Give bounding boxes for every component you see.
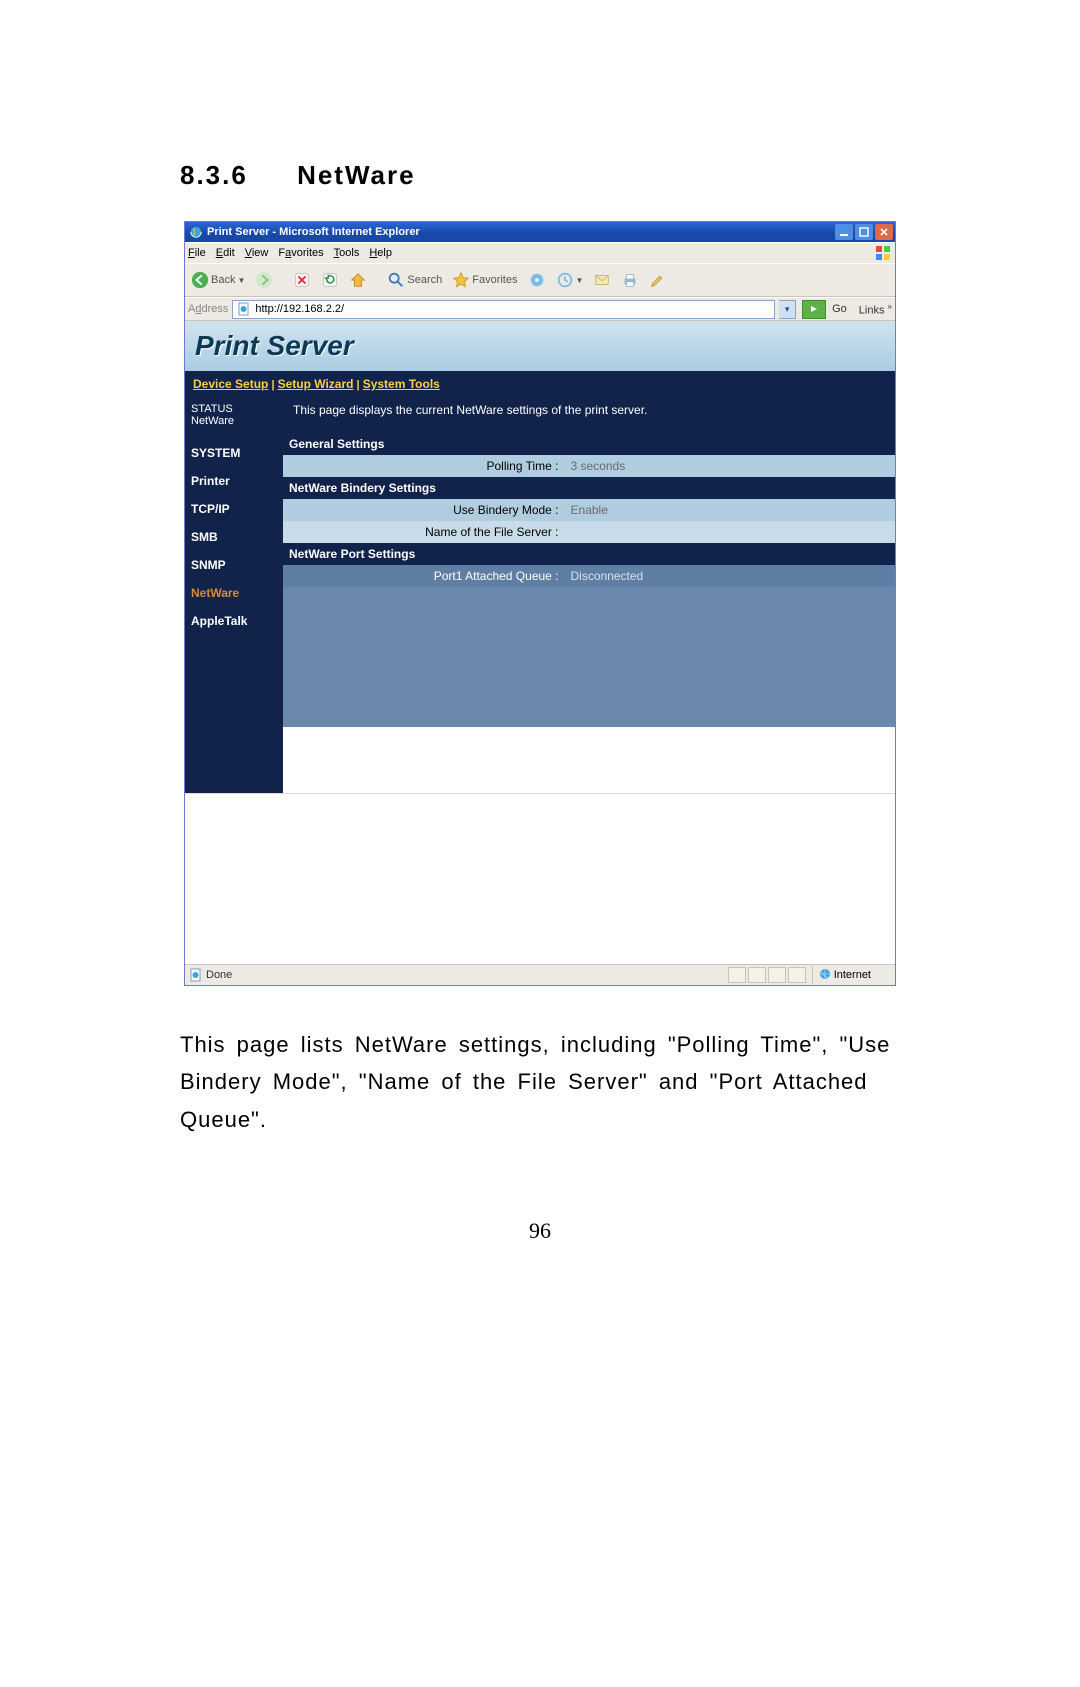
address-input[interactable]: http://192.168.2.2/ <box>232 300 775 319</box>
ie-logo-icon <box>189 225 203 239</box>
section-port-settings: NetWare Port Settings <box>283 543 895 565</box>
back-label: Back <box>211 274 235 286</box>
favorites-label: Favorites <box>472 274 517 286</box>
print-button[interactable] <box>618 269 642 291</box>
chevron-down-icon: ▼ <box>576 276 584 285</box>
chevron-down-icon: ▼ <box>237 276 245 285</box>
page-description: This page displays the current NetWare s… <box>283 397 895 433</box>
page-content: Print Server Device Setup | Setup Wizard… <box>185 321 895 964</box>
section-number: 8.3.6 <box>180 160 248 190</box>
window-maximize-button[interactable] <box>855 224 873 240</box>
sidebar-item-system[interactable]: SYSTEM <box>191 439 277 467</box>
window-title: Print Server - Microsoft Internet Explor… <box>207 226 835 238</box>
menu-bar: File Edit View Favorites Tools Help <box>185 242 895 263</box>
section-bindery-settings: NetWare Bindery Settings <box>283 477 895 499</box>
sidebar-item-snmp[interactable]: SNMP <box>191 551 277 579</box>
status-cell <box>748 967 766 983</box>
stop-button[interactable] <box>290 269 314 291</box>
links-button[interactable]: Links » <box>859 302 892 317</box>
back-button[interactable]: Back ▼ <box>188 269 248 291</box>
sidebar-status-heading: STATUS <box>191 403 277 415</box>
browser-window: Print Server - Microsoft Internet Explor… <box>184 221 896 986</box>
sidebar-item-appletalk[interactable]: AppleTalk <box>191 607 277 635</box>
sidebar-status-sub: NetWare <box>191 415 277 427</box>
value-port-queue: Disconnected <box>565 565 895 587</box>
label-file-server: Name of the File Server : <box>283 521 565 543</box>
page-icon <box>189 968 203 982</box>
sidebar-item-tcpip[interactable]: TCP/IP <box>191 495 277 523</box>
section-general-settings: General Settings <box>283 433 895 455</box>
zone-text: Internet <box>834 969 871 981</box>
label-port-queue: Port1 Attached Queue : <box>283 565 565 587</box>
favorites-button[interactable]: Favorites <box>449 269 520 291</box>
status-bar: Done Internet <box>185 964 895 985</box>
home-button[interactable] <box>346 269 370 291</box>
value-bindery-mode: Enable <box>565 499 895 521</box>
menu-file[interactable]: File <box>188 247 206 259</box>
mail-button[interactable] <box>590 269 614 291</box>
menu-edit[interactable]: Edit <box>216 247 235 259</box>
menu-view[interactable]: View <box>245 247 269 259</box>
address-dropdown-button[interactable]: ▾ <box>779 300 796 319</box>
window-close-button[interactable] <box>875 224 893 240</box>
settings-content: General Settings Polling Time : 3 second… <box>283 433 895 793</box>
caption-text: This page lists NetWare settings, includ… <box>180 1026 900 1138</box>
top-nav: Device Setup | Setup Wizard | System Too… <box>185 371 895 397</box>
label-bindery-mode: Use Bindery Mode : <box>283 499 565 521</box>
search-button[interactable]: Search <box>384 269 445 291</box>
media-button[interactable] <box>525 269 549 291</box>
history-button[interactable]: ▼ <box>553 269 587 291</box>
windows-flag-icon <box>874 244 892 262</box>
nav-system-tools[interactable]: System Tools <box>363 377 440 391</box>
go-button[interactable] <box>802 300 826 319</box>
edit-button[interactable] <box>646 269 670 291</box>
status-cell <box>768 967 786 983</box>
toolbar: Back ▼ Search Favorites <box>185 263 895 297</box>
value-file-server <box>565 521 895 543</box>
internet-zone-icon <box>819 968 831 983</box>
sidebar: SYSTEM Printer TCP/IP SMB SNMP NetWare A… <box>185 433 283 793</box>
status-cell <box>728 967 746 983</box>
sidebar-item-smb[interactable]: SMB <box>191 523 277 551</box>
page-icon <box>237 302 251 316</box>
search-label: Search <box>407 274 442 286</box>
section-heading: 8.3.6 NetWare <box>180 160 900 191</box>
address-label: Address <box>188 303 228 315</box>
app-header: Print Server <box>185 321 895 371</box>
label-polling-time: Polling Time : <box>283 455 565 477</box>
menu-help[interactable]: Help <box>369 247 392 259</box>
forward-button[interactable] <box>252 269 276 291</box>
sidebar-item-netware[interactable]: NetWare <box>191 579 277 607</box>
section-title: NetWare <box>297 160 416 190</box>
blank-area <box>185 793 895 964</box>
page-number: 96 <box>180 1218 900 1244</box>
window-titlebar: Print Server - Microsoft Internet Explor… <box>185 222 895 242</box>
window-minimize-button[interactable] <box>835 224 853 240</box>
sidebar-item-printer[interactable]: Printer <box>191 467 277 495</box>
menu-tools[interactable]: Tools <box>334 247 360 259</box>
go-label: Go <box>832 303 847 315</box>
nav-device-setup[interactable]: Device Setup <box>193 377 268 391</box>
value-polling-time: 3 seconds <box>565 455 895 477</box>
address-bar: Address http://192.168.2.2/ ▾ Go Links » <box>185 297 895 321</box>
menu-favorites[interactable]: Favorites <box>278 247 323 259</box>
brand-title: Print Server <box>195 330 354 362</box>
address-value: http://192.168.2.2/ <box>255 303 344 315</box>
status-cell <box>788 967 806 983</box>
status-text: Done <box>206 969 232 981</box>
nav-setup-wizard[interactable]: Setup Wizard <box>278 377 354 391</box>
refresh-button[interactable] <box>318 269 342 291</box>
